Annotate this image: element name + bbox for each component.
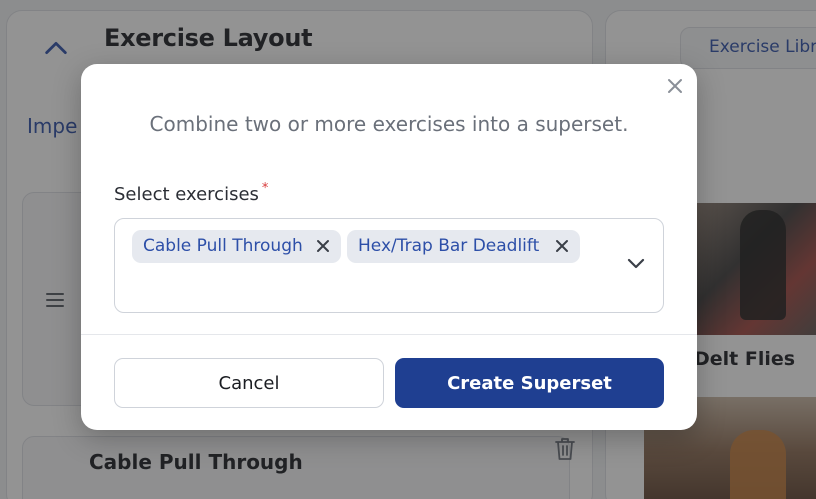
select-exercises-label: Select exercises * <box>114 181 269 205</box>
exercise-multiselect[interactable]: Cable Pull Through Hex/Trap Bar Deadlift <box>114 218 664 313</box>
dialog-divider <box>81 334 697 335</box>
chevron-down-icon[interactable] <box>626 257 646 271</box>
tag-label: Cable Pull Through <box>143 236 303 256</box>
required-marker: * <box>261 181 269 196</box>
superset-dialog: Combine two or more exercises into a sup… <box>81 64 697 430</box>
field-label-text: Select exercises <box>114 184 259 205</box>
create-superset-button[interactable]: Create Superset <box>395 358 664 408</box>
close-icon <box>668 79 682 93</box>
tag-label: Hex/Trap Bar Deadlift <box>358 236 540 256</box>
x-icon[interactable] <box>555 239 569 253</box>
dialog-description: Combine two or more exercises into a sup… <box>149 112 629 136</box>
x-icon[interactable] <box>316 239 330 253</box>
selected-exercise-tag: Cable Pull Through <box>132 230 341 263</box>
cancel-button[interactable]: Cancel <box>114 358 384 408</box>
close-button[interactable] <box>665 76 685 96</box>
selected-exercise-tag: Hex/Trap Bar Deadlift <box>347 230 580 263</box>
